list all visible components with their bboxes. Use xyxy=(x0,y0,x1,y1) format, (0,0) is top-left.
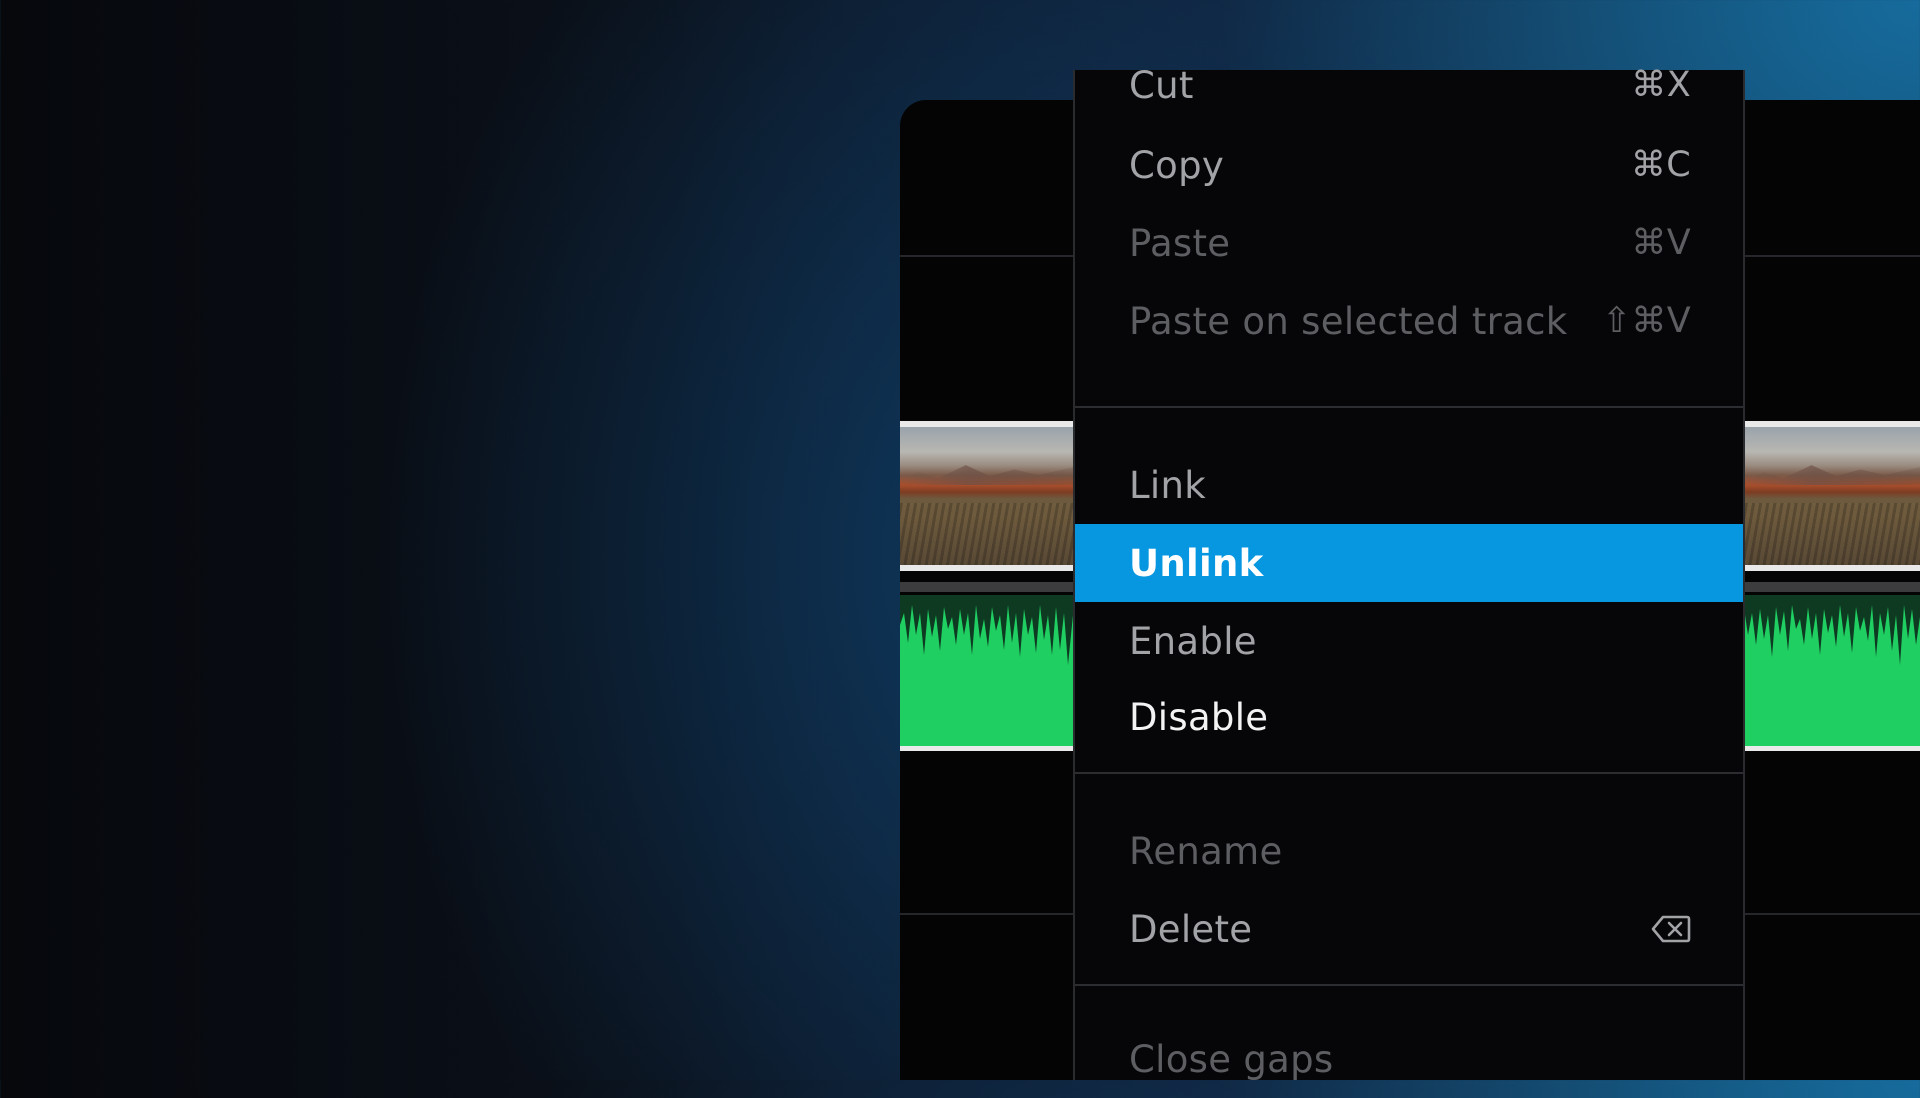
menu-item-label: Copy xyxy=(1129,143,1225,187)
menu-item-label: Rename xyxy=(1129,829,1283,873)
menu-item-disable[interactable]: Disable xyxy=(1075,678,1743,756)
menu-separator xyxy=(1075,406,1743,408)
menu-item-label: Paste on selected track xyxy=(1129,299,1568,343)
shortcut-paste: ⌘V xyxy=(1631,223,1691,263)
menu-item-cut[interactable]: Cut ⌘X xyxy=(1075,46,1743,124)
menu-item-link[interactable]: Link xyxy=(1075,446,1743,524)
clip-link-strip xyxy=(1745,582,1920,592)
menu-item-rename[interactable]: Rename xyxy=(1075,812,1743,890)
menu-item-label: Delete xyxy=(1129,907,1253,951)
menu-item-delete[interactable]: Delete xyxy=(1075,890,1743,968)
audio-clip-left[interactable] xyxy=(900,595,1073,751)
context-menu: Cut ⌘X Copy ⌘C Paste ⌘V Paste on selecte… xyxy=(1073,64,1745,1081)
menu-item-label: Close gaps xyxy=(1129,1037,1334,1081)
menu-item-enable[interactable]: Enable xyxy=(1075,602,1743,680)
track-divider xyxy=(900,913,1073,915)
clip-link-strip xyxy=(900,582,1073,592)
menu-item-label: Unlink xyxy=(1129,541,1264,585)
menu-item-label: Link xyxy=(1129,463,1206,507)
shortcut-paste-on-selected-track: ⇧⌘V xyxy=(1601,301,1691,341)
menu-item-label: Paste xyxy=(1129,221,1231,265)
menu-item-label: Cut xyxy=(1129,63,1194,107)
video-thumbnail xyxy=(900,427,1073,565)
video-clip-right[interactable] xyxy=(1745,421,1920,571)
audio-clip-right[interactable] xyxy=(1745,595,1920,751)
shortcut-cut: ⌘X xyxy=(1631,65,1691,105)
menu-item-paste[interactable]: Paste ⌘V xyxy=(1075,204,1743,282)
menu-item-paste-on-selected-track[interactable]: Paste on selected track ⇧⌘V xyxy=(1075,282,1743,360)
menu-separator xyxy=(1075,772,1743,774)
menu-separator xyxy=(1075,984,1743,986)
track-divider xyxy=(1745,255,1920,257)
menu-item-label: Disable xyxy=(1129,695,1269,739)
track-divider xyxy=(900,255,1073,257)
menu-item-unlink[interactable]: Unlink xyxy=(1075,524,1743,602)
video-clip-left[interactable] xyxy=(900,421,1073,571)
menu-item-copy[interactable]: Copy ⌘C xyxy=(1075,126,1743,204)
waveform-icon xyxy=(1745,595,1920,665)
menu-item-close-gaps[interactable]: Close gaps xyxy=(1075,1020,1743,1098)
shortcut-copy: ⌘C xyxy=(1630,145,1691,185)
track-divider xyxy=(1745,913,1920,915)
waveform-icon xyxy=(900,595,1073,665)
menu-item-label: Enable xyxy=(1129,619,1257,663)
video-thumbnail xyxy=(1745,427,1920,565)
backspace-icon xyxy=(1651,915,1691,943)
